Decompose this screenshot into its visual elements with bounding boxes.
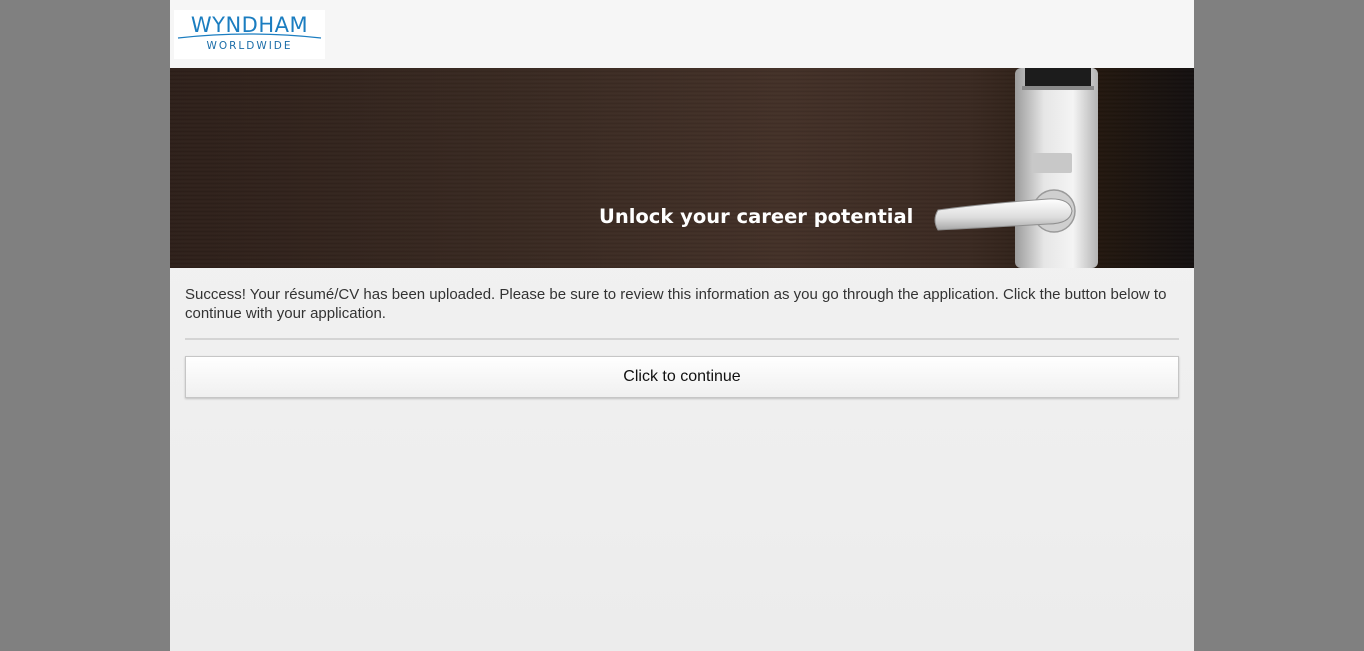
logo-sub-text: WORLDWIDE bbox=[206, 40, 293, 52]
hero-banner: Unlock your career potential bbox=[170, 68, 1194, 268]
door-lock-icon bbox=[934, 68, 1098, 268]
banner-tagline: Unlock your career potential bbox=[599, 205, 914, 228]
logo-swoosh-icon bbox=[177, 33, 322, 39]
wyndham-logo[interactable]: WYNDHAM WORLDWIDE bbox=[174, 10, 325, 59]
page-panel: WYNDHAM WORLDWIDE Unlock your career pot… bbox=[170, 0, 1194, 651]
header: WYNDHAM WORLDWIDE bbox=[170, 0, 1194, 68]
continue-button[interactable]: Click to continue bbox=[185, 356, 1179, 398]
divider bbox=[185, 338, 1179, 340]
upload-success-message: Success! Your résumé/CV has been uploade… bbox=[185, 286, 1167, 322]
